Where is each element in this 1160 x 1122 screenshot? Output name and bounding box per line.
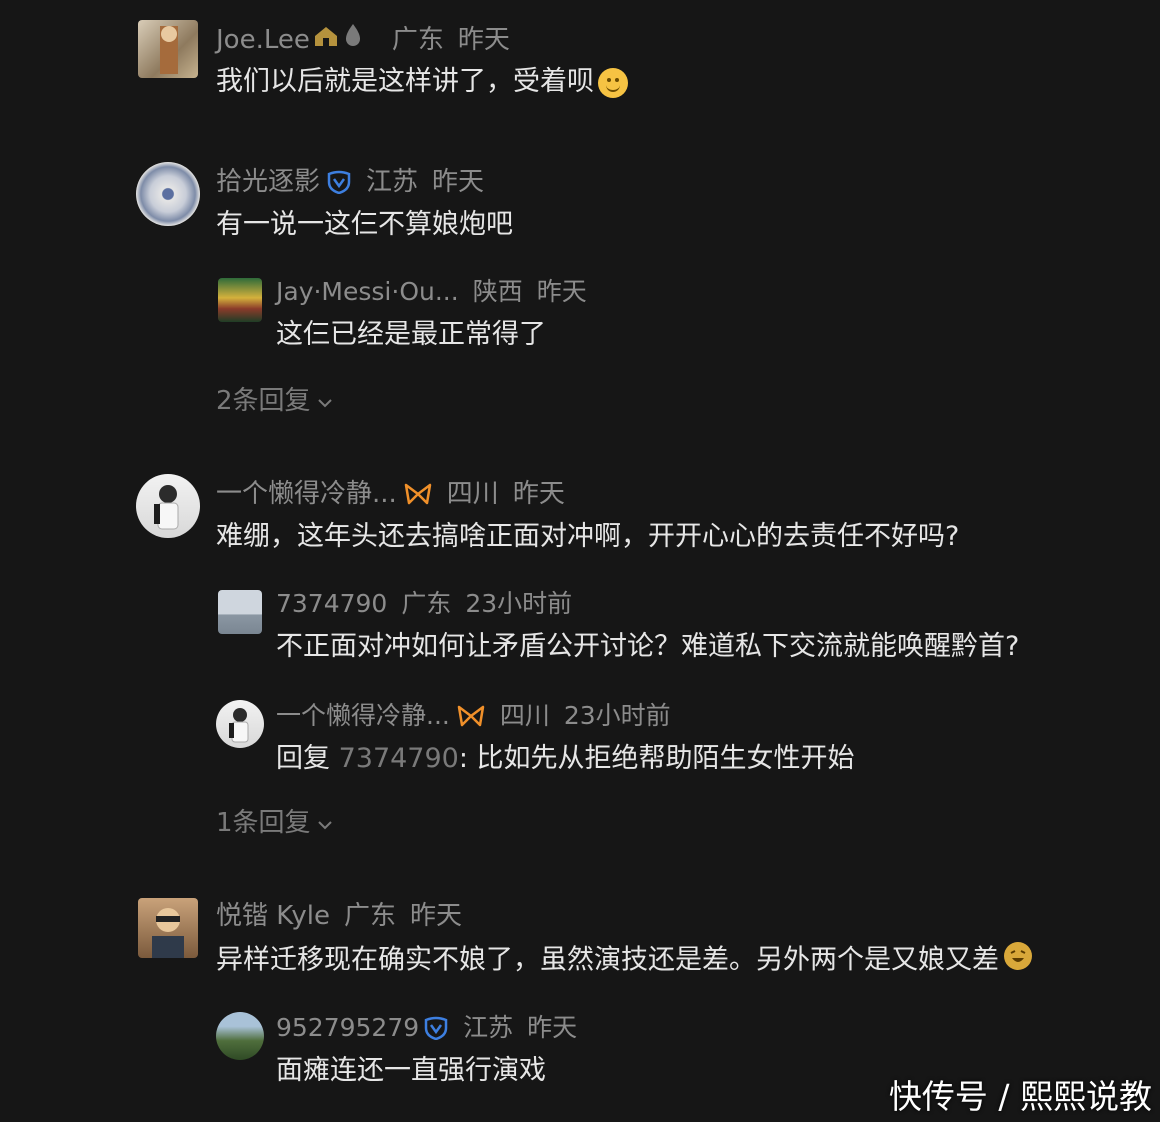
avatar[interactable] (218, 590, 262, 634)
reply-meta: 7374790 广东 23小时前 (276, 587, 572, 621)
laugh-emoji-icon (1003, 941, 1033, 981)
timestamp: 昨天 (512, 479, 565, 509)
bowtie-badge-icon (403, 482, 433, 506)
location: 广东 (401, 589, 452, 618)
more-replies-label: 1条回复 (216, 808, 311, 838)
location: 江苏 (463, 1013, 514, 1042)
location: 江苏 (366, 167, 419, 197)
reply-prefix: 回复 (276, 743, 330, 774)
username[interactable]: 拾光逐影 (216, 165, 320, 199)
location: 陕西 (472, 277, 523, 306)
comment-meta: 一个懒得冷静... 四川 昨天 (216, 477, 565, 511)
avatar[interactable] (136, 162, 200, 226)
chevron-down-icon (317, 806, 333, 840)
username[interactable]: 952795279 (276, 1011, 419, 1045)
location: 广东 (344, 901, 397, 931)
comment-body: 异样迁移现在确实不娘了，虽然演技还是差。另外两个是又娘又差 (216, 944, 999, 976)
reply-meta: 952795279 江苏 昨天 (276, 1011, 577, 1045)
timestamp: 昨天 (410, 901, 463, 931)
location: 广东 (391, 24, 444, 55)
reply-body: 面瘫连还一直强行演戏 (276, 1055, 546, 1086)
more-replies-button[interactable]: 2条回复 (216, 384, 333, 418)
avatar[interactable] (138, 898, 198, 958)
more-replies-label: 2条回复 (216, 386, 311, 416)
username[interactable]: 一个懒得冷静... (276, 699, 450, 733)
verified-badge-icon (326, 170, 352, 194)
location: 四川 (499, 701, 550, 730)
location: 四川 (446, 479, 499, 509)
timestamp: 23小时前 (563, 701, 671, 730)
drop-icon (342, 22, 364, 57)
reply-to-username[interactable]: 7374790 (339, 743, 459, 774)
reply-meta: Jay·Messi·Ou... 陕西 昨天 (276, 275, 587, 309)
username[interactable]: Jay·Messi·Ou... (276, 275, 459, 309)
timestamp: 23小时前 (465, 589, 573, 618)
timestamp: 昨天 (527, 1013, 578, 1042)
comment-body: 有一说一这仨不算娘炮吧 (216, 209, 513, 240)
comment-meta: 悦锴 Kyle 广东 昨天 (216, 899, 462, 933)
comment-body: 我们以后就是这样讲了，受着呗 (216, 66, 594, 97)
timestamp: 昨天 (457, 24, 510, 55)
smile-emoji-icon (598, 67, 628, 98)
avatar[interactable] (216, 700, 264, 748)
bowtie-badge-icon (456, 704, 486, 728)
comment-text: 我们以后就是这样讲了，受着呗 (216, 64, 628, 100)
username[interactable]: 悦锴 Kyle (216, 899, 330, 933)
chevron-down-icon (317, 384, 333, 418)
avatar[interactable] (218, 278, 262, 322)
reply-body: 回复 7374790: 比如先从拒绝帮助陌生女性开始 (276, 741, 855, 777)
comment-meta: Joe.Lee 广东 昨天 (216, 22, 510, 57)
watermark: 快传号 / 熙熙说教 (888, 1077, 1152, 1116)
comment-text: 异样迁移现在确实不娘了，虽然演技还是差。另外两个是又娘又差 (216, 941, 1033, 981)
more-replies-button[interactable]: 1条回复 (216, 806, 333, 840)
reply-meta: 一个懒得冷静... 四川 23小时前 (276, 699, 671, 733)
verified-badge-icon (423, 1016, 449, 1040)
username[interactable]: Joe.Lee (216, 23, 310, 57)
reply-body: 这仨已经是最正常得了 (276, 319, 546, 350)
avatar[interactable] (136, 474, 200, 538)
avatar[interactable] (216, 1012, 264, 1060)
comment-meta: 拾光逐影 江苏 昨天 (216, 165, 484, 199)
reply-body: 不正面对冲如何让矛盾公开讨论？难道私下交流就能唤醒黔首? (276, 631, 1020, 662)
username[interactable]: 一个懒得冷静... (216, 477, 397, 511)
username[interactable]: 7374790 (276, 587, 387, 621)
house-icon (312, 23, 340, 57)
comment-body: 难绷，这年头还去搞啥正面对冲啊，开开心心的去责任不好吗? (216, 521, 960, 552)
timestamp: 昨天 (432, 167, 485, 197)
timestamp: 昨天 (536, 277, 587, 306)
avatar[interactable] (138, 20, 198, 78)
reply-text: : 比如先从拒绝帮助陌生女性开始 (458, 743, 855, 774)
